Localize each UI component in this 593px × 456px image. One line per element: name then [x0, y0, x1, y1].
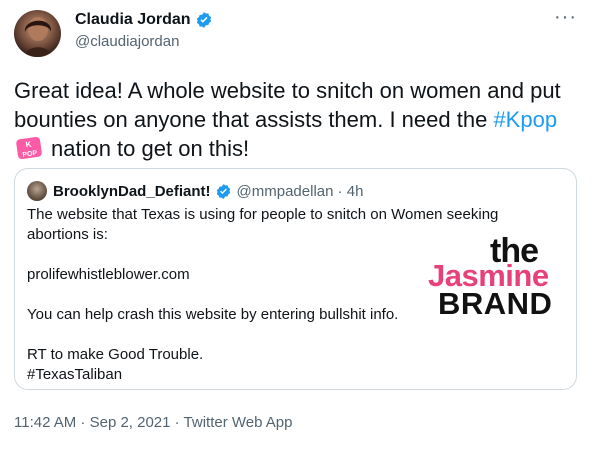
- tweet-text: Great idea! A whole website to snitch on…: [14, 76, 584, 163]
- watermark-brand: BRAND: [438, 286, 553, 321]
- svg-text:POP: POP: [22, 150, 38, 159]
- tweet-text-part2: nation to get on this!: [51, 136, 250, 161]
- display-name[interactable]: Claudia Jordan: [75, 11, 191, 29]
- watermark-logo: the Jasmine BRAND: [426, 232, 586, 322]
- quoted-blank-line: [27, 325, 567, 345]
- verified-badge-icon: [196, 12, 211, 28]
- hashtag-link[interactable]: #Kpop: [493, 107, 557, 132]
- quoted-handle-time: @mmpadellan · 4h: [236, 182, 364, 200]
- tweet-text-part1: Great idea! A whole website to snitch on…: [14, 78, 561, 132]
- quoted-avatar: [27, 181, 47, 201]
- quoted-display-name: BrooklynDad_Defiant!: [53, 182, 211, 200]
- tweet-card: Claudia Jordan @claudiajordan ··· Great …: [0, 0, 593, 456]
- quoted-tweet-header: BrooklynDad_Defiant! @mmpadellan · 4h: [27, 181, 363, 201]
- tweet-timestamp[interactable]: 11:42 AM · Sep 2, 2021 · Twitter Web App: [14, 414, 293, 431]
- name-row: Claudia Jordan: [75, 11, 213, 29]
- more-options-icon[interactable]: ···: [554, 6, 577, 29]
- verified-badge-icon: [216, 183, 230, 199]
- kpop-emoji-icon: K POP: [16, 136, 42, 160]
- avatar[interactable]: [14, 10, 61, 57]
- quoted-line: RT to make Good Trouble.: [27, 346, 204, 363]
- quoted-line-hashtag: #TexasTaliban: [27, 366, 123, 383]
- handle[interactable]: @claudiajordan: [75, 33, 179, 50]
